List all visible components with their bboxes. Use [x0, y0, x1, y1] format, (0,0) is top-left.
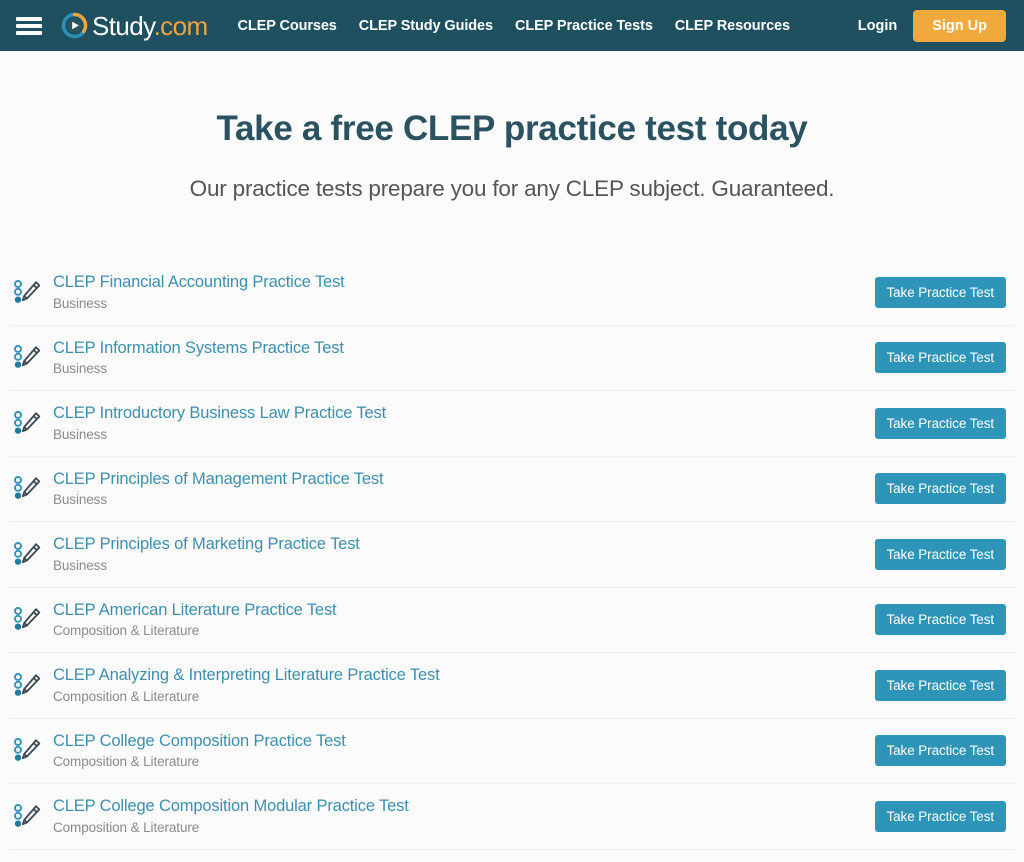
hamburger-bar: [16, 16, 42, 21]
practice-test-action: Take Practice Test: [874, 800, 1016, 832]
practice-test-action: Take Practice Test: [874, 538, 1016, 570]
practice-test-subject: Business: [53, 557, 107, 573]
take-practice-test-button[interactable]: Take Practice Test: [874, 604, 1006, 636]
practice-test-row: CLEP Principles of Management Practice T…: [9, 457, 1016, 522]
take-practice-test-button[interactable]: Take Practice Test: [874, 669, 1006, 701]
login-link[interactable]: Login: [858, 18, 897, 34]
practice-test-title-link[interactable]: CLEP Introductory Business Law Practice …: [53, 403, 386, 424]
practice-test-info: CLEP Financial Accounting Practice Test B…: [53, 272, 875, 312]
practice-test-subject: Business: [53, 492, 107, 508]
practice-test-row: CLEP Principles of Marketing Practice Te…: [9, 522, 1015, 588]
practice-test-row: CLEP Information Systems Practice Test Bu…: [9, 326, 1016, 391]
practice-test-pencil-bubbles-icon: [12, 277, 43, 308]
nav-item-clep-resources[interactable]: CLEP Resources: [675, 18, 790, 34]
page-title: Take a free CLEP practice test today: [216, 109, 808, 148]
take-practice-test-button[interactable]: Take Practice Test: [874, 800, 1006, 832]
primary-navigation: CLEP Courses CLEP Study Guides CLEP Prac…: [238, 18, 791, 34]
practice-test-action: Take Practice Test: [874, 669, 1016, 701]
practice-test-row: CLEP Financial Accounting Practice Test B…: [9, 260, 1015, 326]
practice-test-info: CLEP Principles of Management Practice T…: [53, 469, 875, 509]
practice-test-row: CLEP American Literature Practice Test Co…: [9, 588, 1016, 653]
practice-test-subject: Business: [53, 426, 107, 442]
practice-test-pencil-bubbles-icon: [12, 801, 43, 832]
take-practice-test-button[interactable]: Take Practice Test: [874, 407, 1006, 439]
take-practice-test-button[interactable]: Take Practice Test: [874, 735, 1006, 767]
practice-test-subject: Composition & Literature: [53, 688, 200, 704]
hamburger-menu-icon[interactable]: [16, 15, 42, 37]
sign-up-button[interactable]: Sign Up: [913, 9, 1006, 42]
practice-test-subject: Composition & Literature: [53, 754, 200, 770]
practice-test-pencil-bubbles-icon: [12, 604, 43, 635]
practice-test-pencil-bubbles-icon: [12, 342, 43, 373]
study-play-circle-icon: [61, 12, 88, 39]
logo-word: Study: [92, 10, 154, 41]
practice-test-title-link[interactable]: CLEP Principles of Marketing Practice Te…: [53, 534, 360, 555]
practice-test-action: Take Practice Test: [874, 342, 1016, 374]
practice-test-action: Take Practice Test: [874, 473, 1016, 505]
practice-test-title-link[interactable]: CLEP Analyzing & Interpreting Literature…: [53, 665, 440, 686]
practice-test-info: CLEP American Literature Practice Test Co…: [53, 600, 875, 640]
practice-test-title-link[interactable]: CLEP College Composition Modular Practic…: [53, 796, 409, 817]
header-account-actions: Login Sign Up: [858, 9, 1006, 42]
practice-test-info: CLEP Information Systems Practice Test Bu…: [53, 338, 875, 378]
practice-test-pencil-bubbles-icon: [12, 408, 43, 439]
take-practice-test-button[interactable]: Take Practice Test: [874, 538, 1006, 570]
practice-test-subject: Composition & Literature: [53, 819, 200, 835]
practice-test-info: CLEP Introductory Business Law Practice …: [53, 403, 875, 443]
practice-test-title-link[interactable]: CLEP Financial Accounting Practice Test: [53, 272, 345, 293]
take-practice-test-button[interactable]: Take Practice Test: [874, 276, 1006, 308]
practice-test-action: Take Practice Test: [874, 407, 1016, 439]
practice-test-title-link[interactable]: CLEP Information Systems Practice Test: [53, 338, 344, 359]
hamburger-bar: [16, 23, 42, 28]
page-subtitle: Our practice tests prepare you for any C…: [189, 176, 835, 201]
practice-test-subject: Business: [53, 361, 107, 377]
practice-test-row: CLEP Introductory Business Law Practice …: [9, 391, 1015, 457]
practice-test-row: CLEP Analyzing & Interpreting Literature…: [9, 653, 1015, 719]
practice-test-action: Take Practice Test: [874, 604, 1016, 636]
practice-test-list: CLEP Financial Accounting Practice Test B…: [0, 260, 1024, 850]
practice-test-info: CLEP College Composition Modular Practic…: [53, 796, 875, 836]
nav-item-clep-courses[interactable]: CLEP Courses: [238, 18, 337, 34]
practice-test-subject: Composition & Literature: [53, 623, 200, 639]
take-practice-test-button[interactable]: Take Practice Test: [874, 473, 1006, 505]
nav-item-clep-practice-tests[interactable]: CLEP Practice Tests: [515, 18, 653, 34]
practice-test-pencil-bubbles-icon: [12, 670, 43, 701]
practice-test-pencil-bubbles-icon: [12, 473, 43, 504]
practice-test-info: CLEP College Composition Practice Test Co…: [53, 731, 875, 771]
practice-test-pencil-bubbles-icon: [12, 735, 43, 766]
practice-test-subject: Business: [53, 295, 107, 311]
practice-test-info: CLEP Analyzing & Interpreting Literature…: [53, 665, 875, 705]
practice-test-title-link[interactable]: CLEP Principles of Management Practice T…: [53, 469, 384, 490]
practice-test-row: CLEP College Composition Modular Practic…: [9, 784, 1015, 850]
nav-item-clep-study-guides[interactable]: CLEP Study Guides: [359, 18, 493, 34]
practice-test-title-link[interactable]: CLEP American Literature Practice Test: [53, 600, 337, 621]
practice-test-action: Take Practice Test: [874, 735, 1016, 767]
site-logo[interactable]: Study.com: [61, 12, 208, 39]
hamburger-bar: [16, 30, 42, 35]
hero-section: Take a free CLEP practice test today Our…: [0, 51, 1024, 202]
practice-test-action: Take Practice Test: [874, 276, 1016, 308]
practice-test-title-link[interactable]: CLEP College Composition Practice Test: [53, 731, 346, 752]
take-practice-test-button[interactable]: Take Practice Test: [874, 342, 1006, 374]
logo-wordmark: Study.com: [92, 13, 208, 39]
practice-test-info: CLEP Principles of Marketing Practice Te…: [53, 534, 875, 574]
practice-test-pencil-bubbles-icon: [12, 539, 43, 570]
practice-test-row: CLEP College Composition Practice Test Co…: [9, 719, 1016, 784]
logo-dot-com: .com: [153, 10, 209, 41]
site-header: Study.com CLEP Courses CLEP Study Guides…: [0, 0, 1024, 51]
